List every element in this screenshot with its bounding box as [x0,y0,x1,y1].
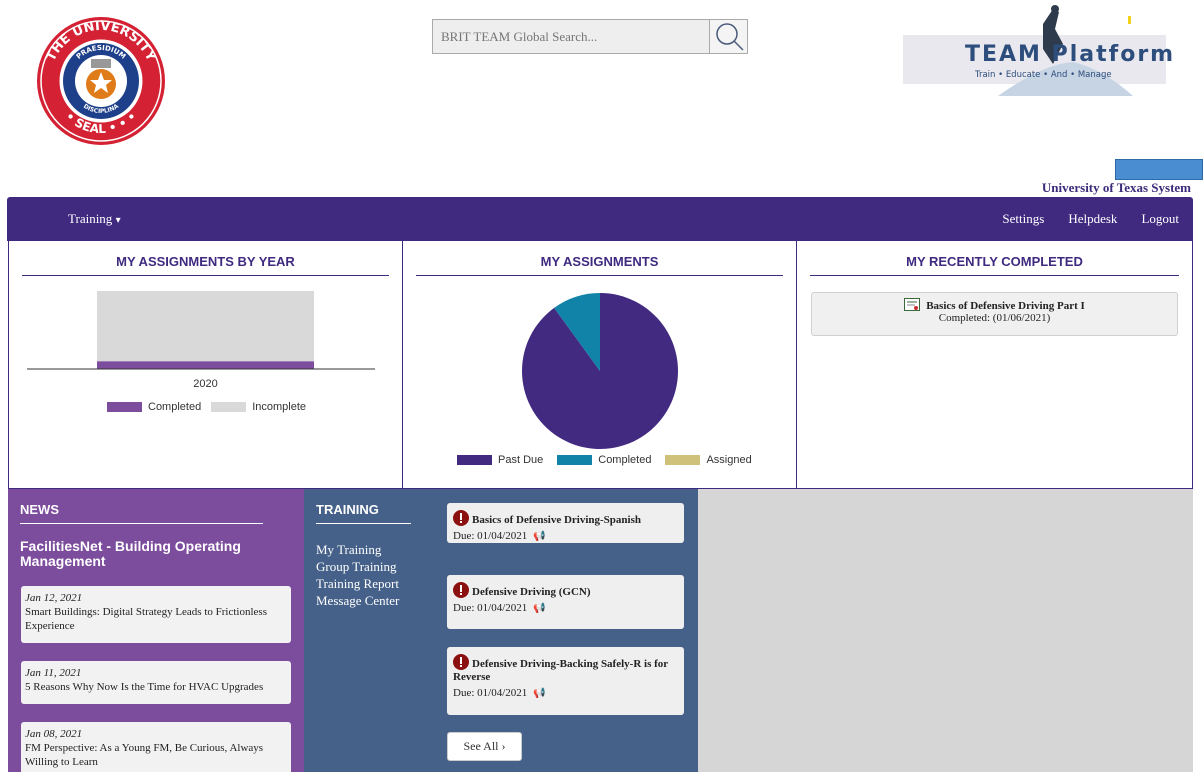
news-section: NEWS FacilitiesNet - Building Operating … [8,489,304,772]
news-item-title: 5 Reasons Why Now Is the Time for HVAC U… [25,681,264,693]
certificate-icon [904,298,921,311]
my-assignments-pie-chart [522,293,678,449]
university-seal-logo: THE UNIVERSITY • SEAL • • • PRAESIDIUM D… [37,17,165,145]
news-item[interactable]: Jan 11, 2021 5 Reasons Why Now Is the Ti… [21,661,291,704]
team-platform-logo: TEAM Platform Train • Educate • And • Ma… [903,5,1175,96]
training-links: My Training Group Training Training Repo… [316,541,399,609]
news-item-title: Smart Buildings: Digital Strategy Leads … [25,606,267,632]
recently-completed-panel: MY RECENTLY COMPLETED Basics of Defensiv… [796,241,1193,489]
news-item-title: FM Perspective: As a Young FM, Be Curiou… [25,742,264,768]
legend-incomplete-label: Incomplete [252,401,307,413]
recent-completed-item[interactable]: Basics of Defensive Driving Part I Compl… [811,292,1178,336]
legend-past-due-swatch [457,455,492,465]
bar-chart-legend: Completed Incomplete [107,401,306,413]
recent-completed-title: Basics of Defensive Driving Part I [926,300,1085,312]
logo-tagline: Train • Educate • And • Manage [974,70,1112,80]
assignment-title: Defensive Driving (GCN) [472,586,591,598]
legend-completed-swatch [557,455,593,465]
organization-name: University of Texas System [1041,180,1191,195]
message-center-link[interactable]: Message Center [316,592,399,609]
legend-past-due-label: Past Due [498,454,544,466]
header-blue-box [1115,159,1203,180]
group-training-link[interactable]: Group Training [316,558,399,575]
legend-incomplete-swatch [211,402,247,412]
legend-completed-swatch [107,402,142,412]
chevron-down-icon: ▾ [115,215,121,226]
legend-assigned-label: Assigned [706,454,752,466]
search-icon [715,22,744,51]
alert-circle-icon [453,582,469,598]
assignment-due: Due: 01/04/2021 [453,687,528,699]
megaphone-icon[interactable]: 📢 [533,603,545,614]
nav-helpdesk-link[interactable]: Helpdesk [1068,211,1117,227]
megaphone-icon[interactable]: 📢 [533,531,545,542]
assignment-due: Due: 01/04/2021 [453,530,528,542]
assignment-card[interactable]: Defensive Driving-Backing Safely-R is fo… [447,647,684,715]
search-button[interactable] [709,20,747,53]
assignments-by-year-panel: MY ASSIGNMENTS BY YEAR 2020 Completed In… [8,241,403,489]
my-training-link[interactable]: My Training [316,541,399,558]
news-item-date: Jan 12, 2021 [25,592,83,604]
logo-title: TEAM Platform [965,42,1175,67]
news-source: FacilitiesNet - Building Operating Manag… [20,538,241,569]
recently-completed-title: MY RECENTLY COMPLETED [810,254,1179,276]
global-search-input[interactable] [433,20,709,53]
news-item[interactable]: Jan 12, 2021 Smart Buildings: Digital St… [21,586,291,643]
bar-segment-incomplete [97,291,314,362]
training-section: TRAINING My Training Group Training Trai… [304,489,698,772]
assignment-card[interactable]: Basics of Defensive Driving-Spanish Due:… [447,503,684,543]
bar-segment-completed [97,361,314,369]
assignment-title: Basics of Defensive Driving-Spanish [472,514,641,526]
news-heading: NEWS [20,502,263,524]
news-item-date: Jan 11, 2021 [25,667,82,679]
training-heading: TRAINING [316,502,411,524]
my-assignments-title: MY ASSIGNMENTS [416,254,783,276]
legend-completed-label: Completed [148,401,202,413]
pie-chart-legend: Past Due Completed Assigned [457,454,752,466]
training-report-link[interactable]: Training Report [316,575,399,592]
nav-settings-link[interactable]: Settings [1002,211,1044,227]
megaphone-icon[interactable]: 📢 [533,688,545,699]
nav-training-menu[interactable]: Training ▾ [68,211,121,227]
news-item[interactable]: Jan 08, 2021 FM Perspective: As a Young … [21,722,291,772]
nav-logout-link[interactable]: Logout [1141,211,1179,227]
global-search [432,19,748,54]
main-nav: Training ▾ Settings Helpdesk Logout [7,197,1193,241]
recent-completed-status: Completed: (01/06/2021) [938,312,1051,324]
news-item-date: Jan 08, 2021 [25,728,83,740]
alert-circle-icon [453,510,469,526]
see-all-button[interactable]: See All › [447,732,522,761]
assignment-card[interactable]: Defensive Driving (GCN) Due: 01/04/2021 📢 [447,575,684,629]
assignment-title: Defensive Driving-Backing Safely-R is fo… [453,658,668,683]
assignments-by-year-title: MY ASSIGNMENTS BY YEAR [22,254,389,276]
alert-circle-icon [453,654,469,670]
nav-training-label: Training [68,211,113,226]
legend-assigned-swatch [665,455,701,465]
legend-pie-completed-label: Completed [598,454,652,466]
x-tick-label: 2020 [193,378,217,390]
my-assignments-panel: MY ASSIGNMENTS Past Due Completed Assign… [402,241,797,489]
assignment-due: Due: 01/04/2021 [453,602,528,614]
empty-gray-area [698,489,1193,772]
